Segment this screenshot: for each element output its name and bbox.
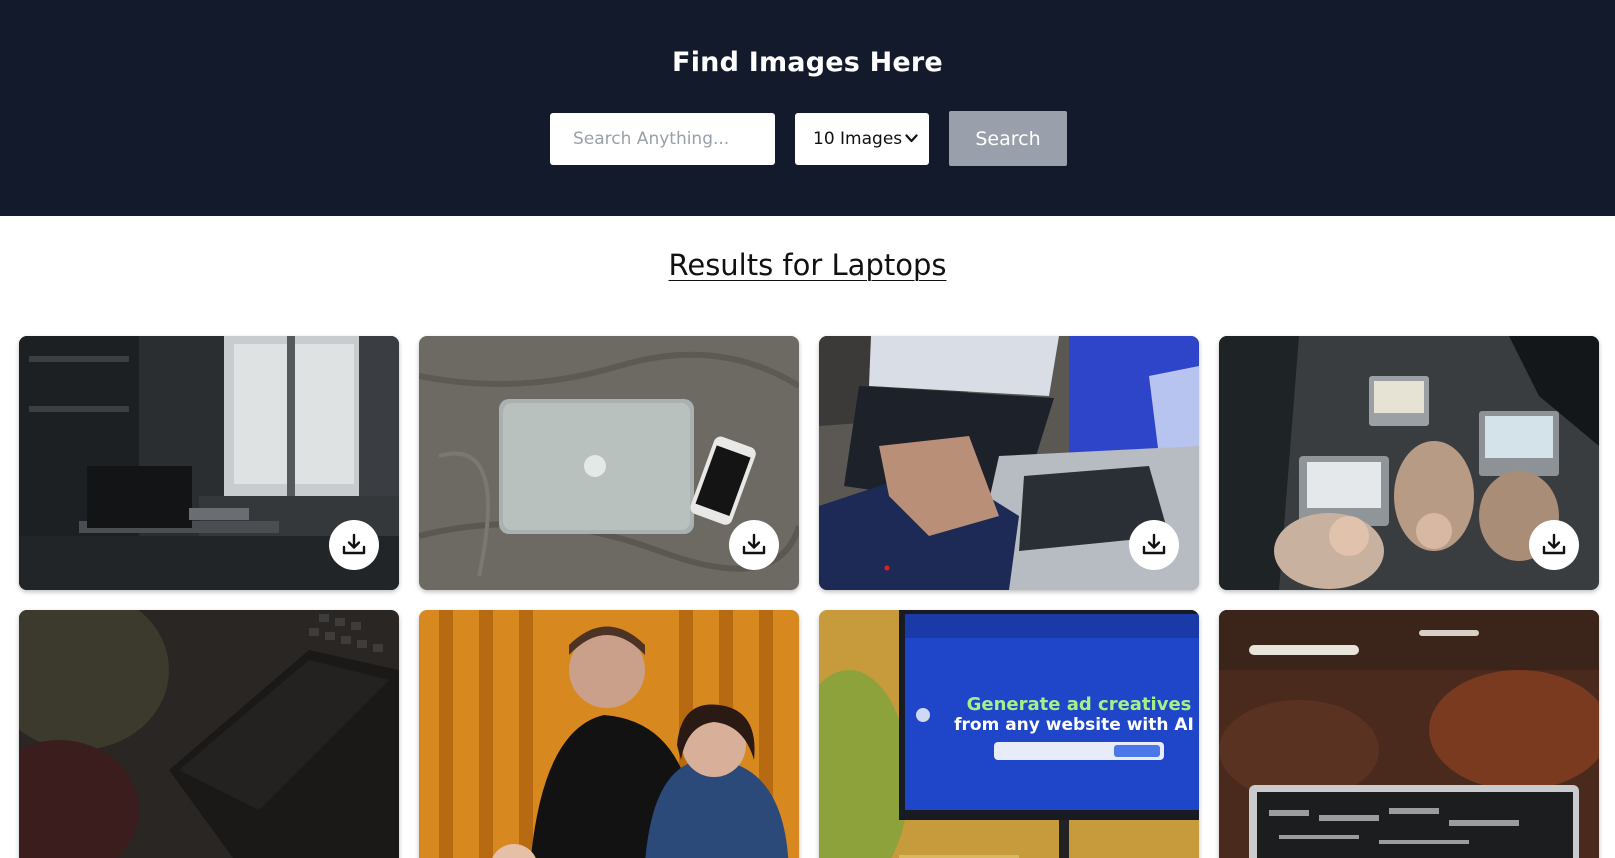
chevron-down-icon [905, 134, 918, 143]
result-image [1219, 610, 1599, 858]
download-icon [342, 533, 366, 555]
image-card[interactable]: Generate ad creatives from any website w… [819, 610, 1199, 858]
header-bar: Find Images Here 10 Images Search [0, 0, 1615, 216]
results-heading: Results for Laptops [668, 248, 947, 282]
search-input[interactable] [550, 113, 775, 165]
image-card[interactable] [419, 336, 799, 590]
image-card[interactable] [19, 336, 399, 590]
download-icon [742, 533, 766, 555]
download-icon [1542, 533, 1566, 555]
image-card[interactable] [1219, 336, 1599, 590]
search-button[interactable]: Search [949, 111, 1067, 166]
result-image: Generate ad creatives from any website w… [819, 610, 1199, 858]
download-icon [1142, 533, 1166, 555]
image-card[interactable] [1219, 610, 1599, 858]
result-image [419, 610, 799, 858]
page-title: Find Images Here [672, 47, 943, 78]
download-button[interactable] [329, 520, 379, 570]
image-card[interactable] [819, 336, 1199, 590]
image-card[interactable] [19, 610, 399, 858]
result-image [19, 610, 399, 858]
image-card[interactable] [419, 610, 799, 858]
image-count-select[interactable]: 10 Images [795, 113, 929, 165]
screen-headline: Generate ad creatives [967, 694, 1192, 715]
page: Find Images Here 10 Images Search Result… [0, 0, 1615, 858]
image-count-select-value: 10 Images [813, 129, 903, 149]
download-button[interactable] [1529, 520, 1579, 570]
screen-subheadline: from any website with AI [954, 715, 1194, 735]
download-button[interactable] [1129, 520, 1179, 570]
download-button[interactable] [729, 520, 779, 570]
